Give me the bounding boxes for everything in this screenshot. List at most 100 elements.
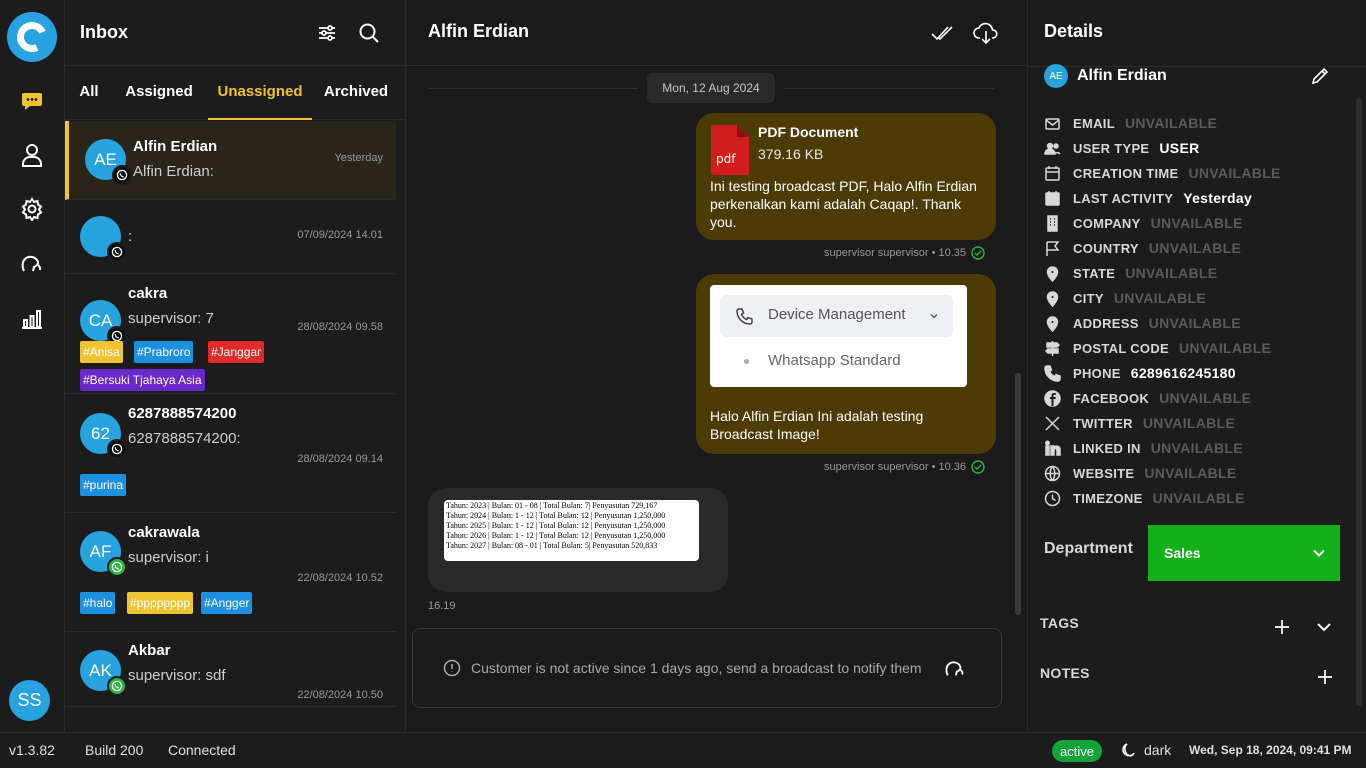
inbox-tabs: All Assigned Unassigned Archived <box>65 66 405 120</box>
mail-icon <box>1044 115 1061 132</box>
edit-icon[interactable] <box>1310 66 1330 90</box>
conversation-item[interactable]: AF cakrawala supervisor: i 22/08/2024 10.52… <box>65 513 396 632</box>
chat-icon[interactable] <box>17 86 47 116</box>
detail-row-state: STATE UNVAILABLE <box>1044 262 1217 284</box>
detail-label: FACEBOOK <box>1073 390 1150 406</box>
chevron-down-icon <box>930 313 938 319</box>
user-avatar[interactable]: SS <box>9 680 50 721</box>
detail-label: USER TYPE <box>1073 140 1150 156</box>
avatar-initials: CA <box>88 310 113 330</box>
status-badge[interactable]: active <box>1052 740 1102 762</box>
chat-scrollbar[interactable] <box>1015 373 1021 615</box>
add-note-icon[interactable] <box>1316 668 1334 690</box>
filter-icon[interactable] <box>315 21 339 45</box>
broadcast-send-icon[interactable] <box>944 657 966 679</box>
detail-value: UNVAILABLE <box>1142 415 1236 431</box>
contact-name: Alfin Erdian <box>1077 67 1167 84</box>
detail-row-twitter: TWITTER UNVAILABLE <box>1044 412 1235 434</box>
message-meta: supervisor supervisor • 10.36 <box>824 460 985 474</box>
detail-value: UNVAILABLE <box>1113 290 1206 306</box>
message-meta: supervisor supervisor • 10.35 <box>824 246 985 260</box>
document-title[interactable]: PDF Document <box>758 124 858 140</box>
message-preview: Alfin Erdian: <box>133 163 214 180</box>
tag-chip[interactable]: #halo <box>80 592 116 614</box>
tab-assigned[interactable]: Assigned <box>123 66 195 120</box>
inbox-title: Inbox <box>80 22 128 42</box>
contacts-icon[interactable] <box>17 140 47 170</box>
chat-panel: Alfin Erdian Mon, 12 Aug 2024 pdf PDF Do… <box>406 0 1028 732</box>
conversation-item[interactable]: : 07/09/2024 14.01 <box>65 200 396 274</box>
download-icon[interactable] <box>973 20 999 50</box>
message-image[interactable]: Device Management Whatsapp Standard <box>710 285 967 387</box>
detail-label: EMAIL <box>1073 115 1115 131</box>
moon-icon[interactable] <box>1120 742 1136 758</box>
detail-value: UNVAILABLE <box>1124 115 1218 131</box>
table-line: Tahun: 2023 | Bulan: 01 - 08 | Total Bul… <box>446 501 658 510</box>
date-divider <box>428 88 638 89</box>
search-icon[interactable] <box>357 21 381 45</box>
detail-row-country: COUNTRY UNVAILABLE <box>1044 237 1241 259</box>
tag-chip[interactable]: #Angger <box>201 592 253 614</box>
tag-chip[interactable]: #Bersuki Tjahaya Asia <box>80 369 205 391</box>
calendar-icon <box>1044 165 1061 182</box>
mark-read-icon[interactable] <box>930 22 954 48</box>
details-title: Details <box>1044 21 1104 41</box>
detail-row-user-type: USER TYPE USER <box>1044 137 1200 159</box>
phone-call-icon <box>736 308 753 325</box>
whatsapp-icon <box>112 165 132 185</box>
detail-value: UNVAILABLE <box>1150 440 1243 456</box>
add-tag-icon[interactable] <box>1273 618 1291 640</box>
expand-tags-icon[interactable] <box>1316 619 1332 639</box>
settings-icon[interactable] <box>17 194 47 224</box>
detail-row-phone: PHONE 6289616245180 <box>1044 362 1236 384</box>
tag-chip[interactable]: #purina <box>80 474 127 496</box>
detail-value: UNVAILABLE <box>1152 490 1245 506</box>
theme-label[interactable]: dark <box>1144 742 1171 758</box>
avatar-initials: 62 <box>91 423 110 443</box>
tag-chip[interactable]: #pppppppp <box>127 592 194 614</box>
contact-name: cakra <box>128 285 168 302</box>
detail-value: UNVAILABLE <box>1148 240 1242 256</box>
tag-chip[interactable]: #Prabroro <box>134 341 194 363</box>
message-bubble: pdf PDF Document 379.16 KB Ini testing b… <box>696 113 996 240</box>
analytics-icon[interactable] <box>17 303 47 333</box>
tag-chip[interactable]: #Anisa <box>80 341 123 363</box>
current-datetime: Wed, Sep 18, 2024, 09:41 PM <box>1189 743 1352 757</box>
document-size: 379.16 KB <box>758 146 824 162</box>
app: SS Inbox All Assigned Unassigned Archive… <box>0 0 1366 768</box>
x-icon <box>1044 415 1061 432</box>
whatsapp-icon <box>107 676 127 696</box>
left-rail: SS <box>0 0 65 732</box>
detail-row-facebook: FACEBOOK UNVAILABLE <box>1044 387 1251 409</box>
bullet-dot <box>744 359 749 364</box>
contact-name: cakrawala <box>128 524 200 541</box>
conversation-item[interactable]: AE Alfin Erdian Alfin Erdian: Yesterday <box>65 121 396 200</box>
app-version: v1.3.82 <box>9 742 55 758</box>
linkedin-icon <box>1044 440 1061 457</box>
date-divider <box>784 88 994 89</box>
tag-chip[interactable]: #Janggar <box>208 341 265 363</box>
detail-row-creation-time: CREATION TIME UNVAILABLE <box>1044 162 1281 184</box>
whatsapp-icon <box>107 242 127 262</box>
conversation-item[interactable]: AK Akbar supervisor: sdf 22/08/2024 10.50 <box>65 632 396 707</box>
svg-text:pdf: pdf <box>716 152 736 166</box>
detail-value: UNVAILABLE <box>1144 465 1237 481</box>
detail-value: UNVAILABLE <box>1150 215 1243 231</box>
avatar-initials: AF <box>89 541 112 561</box>
department-select[interactable]: Sales <box>1148 525 1340 581</box>
tab-archived[interactable]: Archived <box>322 66 390 120</box>
flag-icon <box>1044 240 1061 257</box>
message-image-table[interactable]: Tahun: 2023 | Bulan: 01 - 08 | Total Bul… <box>444 500 699 561</box>
conversation-item[interactable]: 62 6287888574200 6287888574200: 28/08/2024 … <box>65 394 396 513</box>
tab-all[interactable]: All <box>72 66 106 120</box>
detail-label: LINKED IN <box>1073 440 1141 456</box>
tab-unassigned[interactable]: Unassigned <box>208 66 312 120</box>
details-scrollbar[interactable] <box>1356 98 1362 706</box>
app-logo[interactable] <box>7 12 57 62</box>
contact-name: Alfin Erdian <box>133 138 218 155</box>
detail-row-address: ADDRESS UNVAILABLE <box>1044 312 1241 334</box>
broadcast-icon[interactable] <box>17 248 47 278</box>
detail-value: UNVAILABLE <box>1148 315 1241 331</box>
conversation-item[interactable]: CA cakra supervisor: 7 28/08/2024 09.58 #Ani… <box>65 274 396 394</box>
detail-row-website: WEBSITE UNVAILABLE <box>1044 462 1237 484</box>
